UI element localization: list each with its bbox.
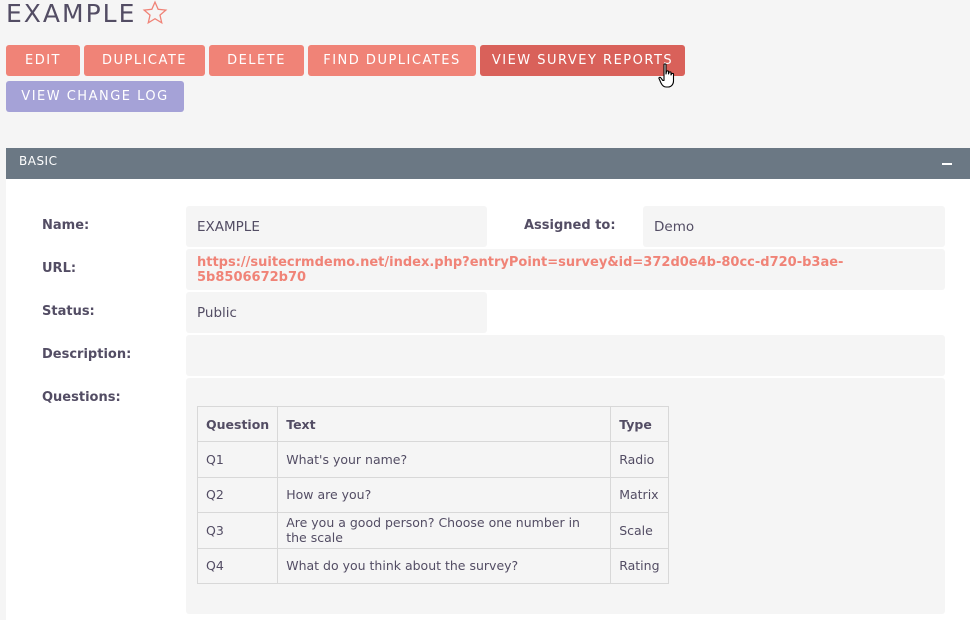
assigned-to-value: Demo xyxy=(654,218,695,235)
find-duplicates-button[interactable]: FIND DUPLICATES xyxy=(308,45,476,76)
questions-label: Questions: xyxy=(42,390,121,405)
question-text-cell: How are you? xyxy=(277,476,612,513)
table-row: Q4 What do you think about the survey? R… xyxy=(196,547,669,584)
question-text-cell: Are you a good person? Choose one number… xyxy=(277,512,612,549)
table-row: Q1 What's your name? Radio xyxy=(196,441,669,478)
minus-icon[interactable] xyxy=(942,163,952,165)
column-header-type: Type xyxy=(610,406,669,442)
view-survey-reports-button[interactable]: VIEW SURVEY REPORTS xyxy=(480,45,685,76)
duplicate-button[interactable]: DUPLICATE xyxy=(84,45,205,76)
question-id-cell: Q2 xyxy=(196,476,279,513)
status-value: Public xyxy=(197,304,237,321)
column-header-question: Question xyxy=(196,406,279,442)
question-type-cell: Scale xyxy=(610,512,669,549)
view-change-log-button[interactable]: VIEW CHANGE LOG xyxy=(6,81,184,112)
question-type-cell: Rating xyxy=(610,547,669,584)
table-row: Q2 How are you? Matrix xyxy=(196,476,669,513)
description-field xyxy=(186,335,945,376)
assigned-to-field: Demo xyxy=(643,206,945,247)
question-type-cell: Matrix xyxy=(610,476,669,513)
status-label: Status: xyxy=(42,304,95,319)
column-header-text: Text xyxy=(277,406,612,442)
edit-button[interactable]: EDIT xyxy=(6,45,80,76)
status-field: Public xyxy=(186,292,487,333)
name-label: Name: xyxy=(42,218,90,233)
description-label: Description: xyxy=(42,347,132,362)
name-field: EXAMPLE xyxy=(186,206,487,247)
hand-pointer-icon xyxy=(658,63,678,89)
table-header-row: Question Text Type xyxy=(196,406,669,442)
name-value: EXAMPLE xyxy=(197,218,260,235)
question-id-cell: Q4 xyxy=(196,547,279,584)
page-header: EXAMPLE xyxy=(6,0,168,30)
question-text-cell: What's your name? xyxy=(277,441,612,478)
question-id-cell: Q3 xyxy=(196,512,279,549)
questions-table: Question Text Type Q1 What's your name? … xyxy=(196,406,669,584)
assigned-to-label: Assigned to: xyxy=(524,218,616,233)
panel-title: BASIC xyxy=(19,154,58,168)
question-text-cell: What do you think about the survey? xyxy=(277,547,612,584)
delete-button[interactable]: DELETE xyxy=(209,45,304,76)
star-icon[interactable] xyxy=(142,0,168,26)
survey-url-link[interactable]: https://suitecrmdemo.net/index.php?entry… xyxy=(197,255,945,285)
page-title: EXAMPLE xyxy=(6,0,137,28)
url-label: URL: xyxy=(42,261,77,276)
question-id-cell: Q1 xyxy=(196,441,279,478)
table-row: Q3 Are you a good person? Choose one num… xyxy=(196,512,669,549)
url-field: https://suitecrmdemo.net/index.php?entry… xyxy=(186,249,945,290)
basic-panel-header[interactable]: BASIC xyxy=(6,148,970,179)
question-type-cell: Radio xyxy=(610,441,669,478)
